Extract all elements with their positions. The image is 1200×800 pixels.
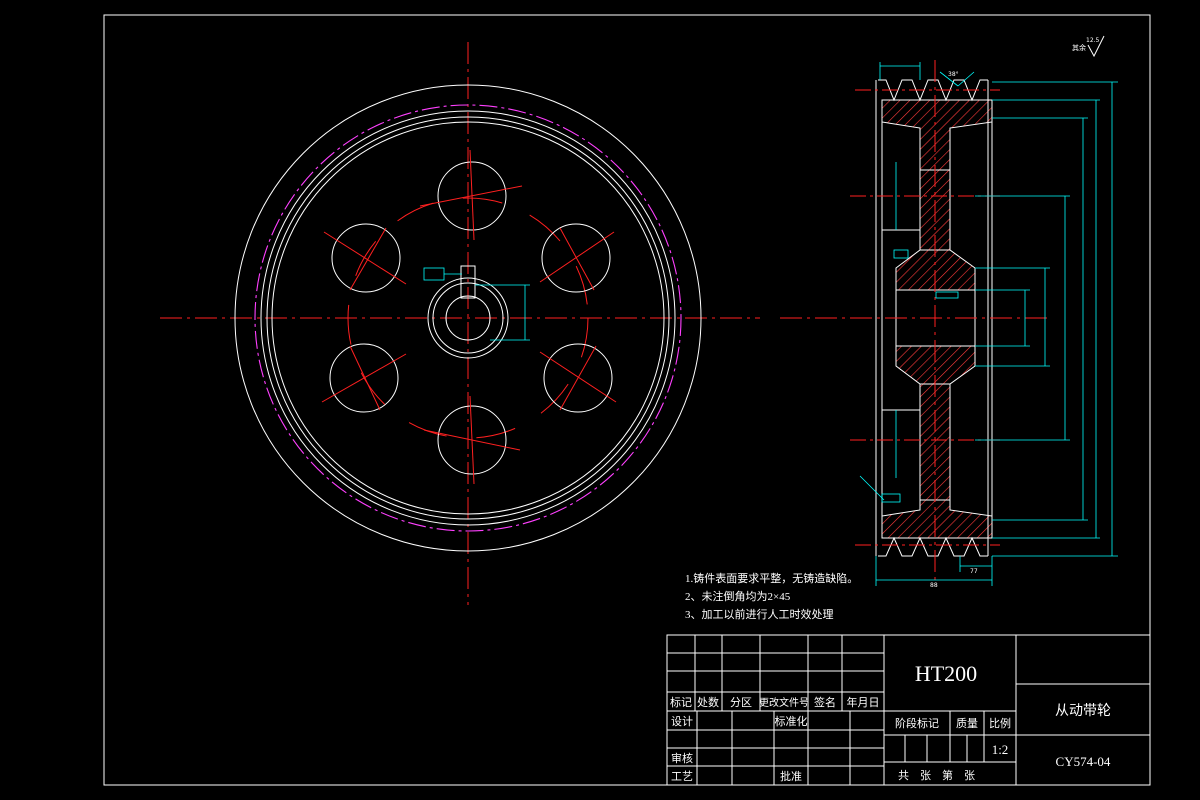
drawing-frame (103, 14, 1151, 786)
role-standardize: 标准化 (775, 714, 808, 728)
roughness-prefix: 其余 (1072, 43, 1086, 52)
scale-value: 1:2 (992, 742, 1009, 757)
revision-header-mark: 标记 (670, 695, 692, 709)
revision-header-doc: 更改文件号 (759, 696, 809, 709)
revision-header-sign: 签名 (814, 695, 836, 709)
note-3: 3、加工以前进行人工时效处理 (685, 607, 834, 621)
sheets-text: 共 张 第 张 (898, 768, 975, 782)
bottom-dim-label-1: 77 (970, 568, 978, 575)
lower-v-grooves (878, 536, 988, 557)
technical-notes: 1.铸件表面要求平整，无铸造缺陷。 2、未注倒角均为2×45 3、加工以前进行人… (685, 571, 858, 621)
side-diameter-dimensions (859, 62, 1118, 586)
note-2: 2、未注倒角均为2×45 (685, 589, 791, 603)
cad-drawing: 38° 77 88 其余 12.5 1.铸件表面要求平整，无铸造缺陷。 2、未注… (103, 14, 1151, 786)
stage-mark-header: 阶段标记 (895, 716, 939, 730)
roughness-symbol: 其余 12.5 (1072, 35, 1105, 58)
revision-header-date: 年月日 (847, 695, 880, 709)
material-label: HT200 (915, 661, 977, 686)
revision-header-zone: 分区 (730, 696, 752, 709)
part-name: 从动带轮 (1055, 703, 1111, 719)
scale-header: 比例 (989, 716, 1011, 730)
note-1: 1.铸件表面要求平整，无铸造缺陷。 (685, 571, 858, 585)
drawing-number: CY574-04 (1056, 754, 1111, 769)
roughness-value: 12.5 (1086, 37, 1100, 44)
revision-header-count: 处数 (697, 696, 719, 709)
role-process: 工艺 (671, 770, 693, 783)
role-approve: 批准 (780, 769, 802, 783)
hole-center-marks (321, 149, 617, 485)
mass-header: 质量 (956, 717, 978, 730)
role-design: 设计 (671, 715, 693, 728)
section-hatch-upper-rim (881, 99, 993, 171)
front-view (160, 42, 760, 605)
lightening-hole-upper-left (331, 223, 401, 293)
revision-headers: 标记 处数 分区 更改文件号 签名 年月日 (670, 695, 880, 709)
tooth-angle-label: 38° (948, 71, 959, 78)
side-section-view: 38° 77 88 (780, 60, 1118, 589)
role-review: 审核 (671, 751, 693, 765)
bottom-dim-label-2: 88 (930, 582, 938, 589)
section-hatch-lower-rim (881, 499, 993, 539)
